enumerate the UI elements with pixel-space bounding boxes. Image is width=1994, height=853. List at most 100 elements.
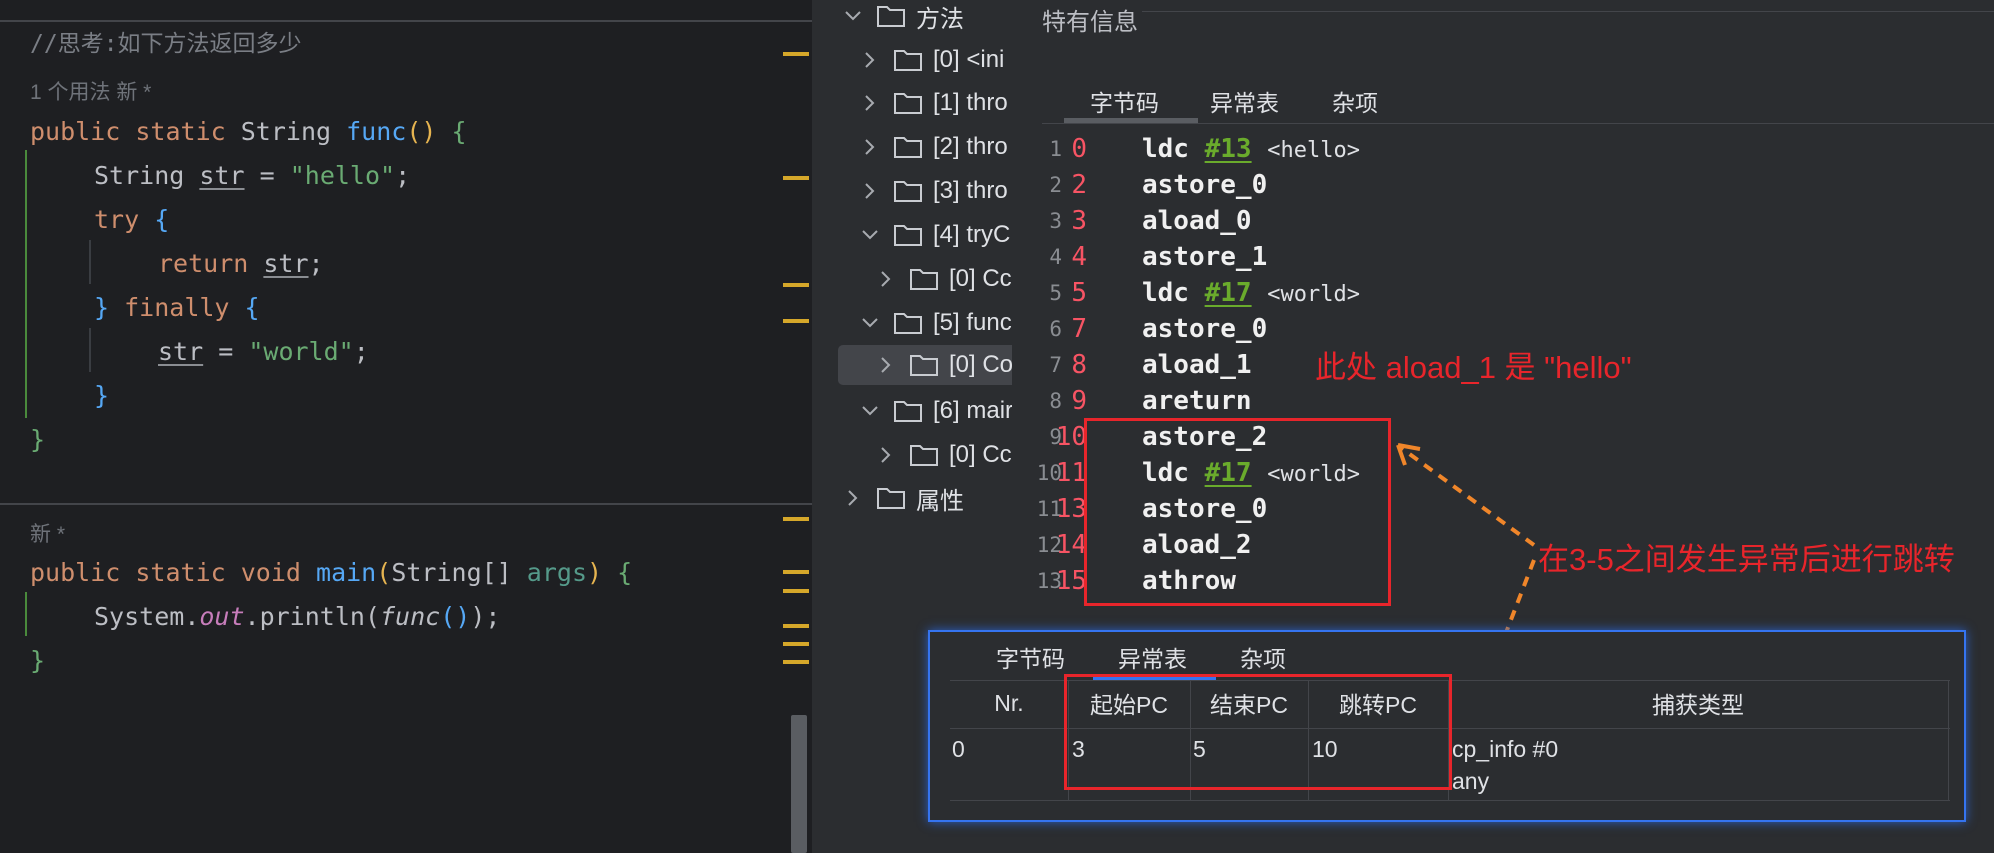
tree-node-method-5[interactable]: [5] func [859,303,1012,343]
editor-scrollbar-thumb[interactable] [791,715,807,853]
chevron-right-icon[interactable] [859,136,881,158]
method-separator [0,503,812,505]
tab-bytecode[interactable]: 字节码 [1090,84,1159,118]
chevron-down-icon[interactable] [859,312,881,334]
chevron-right-icon[interactable] [859,92,881,114]
code-line-str-assign[interactable]: str = "world"; [158,334,369,370]
tree-node-method-2[interactable]: [2] thro [859,127,1008,167]
bytecode-line[interactable]: 2 2 astore_0 [1012,167,1612,203]
comment-line: //思考:如下方法返回多少 [30,31,302,57]
scroll-marker[interactable] [783,642,809,646]
popup-tab-misc[interactable]: 杂项 [1240,640,1286,674]
opcode: ldc [1142,278,1189,308]
scroll-marker[interactable] [783,176,809,180]
tree-node-attributes[interactable]: 属性 [842,478,964,518]
chevron-right-icon[interactable] [859,180,881,202]
pc-offset: 5 [1071,278,1087,308]
pc-offset: 7 [1071,314,1087,344]
cell-catch-type-line1: cp_info #0 [1452,736,1559,762]
handler-highlight-box [1084,418,1391,606]
tab-exception-table[interactable]: 异常表 [1210,84,1279,118]
chevron-right-icon[interactable] [859,49,881,71]
code-line-close-func[interactable]: } [30,422,45,458]
scroll-marker[interactable] [783,570,809,574]
opcode: aload_0 [1142,206,1252,236]
opcode: astore_0 [1142,314,1268,344]
instruction: areturn [1142,383,1252,419]
tree-node-method-3[interactable]: [3] thro [859,171,1008,211]
bytecode-line[interactable]: 1 0 ldc #13 <hello> [1012,131,1612,167]
column-header-nr[interactable]: Nr. [950,680,1068,726]
tree-node-method-0[interactable]: [0] <ini [859,40,1004,80]
constant-pool-ref-link[interactable]: #17 [1205,278,1252,308]
scroll-marker[interactable] [783,283,809,287]
scroll-marker[interactable] [783,517,809,521]
bytecode-line[interactable]: 5 5 ldc #17 <world> [1012,275,1612,311]
usage-hint[interactable]: 1 个用法 新 * [30,76,151,106]
bytecode-line[interactable]: 4 4 astore_1 [1012,239,1612,275]
pc-offset: 13 [1055,494,1087,524]
section-title: 特有信息 [1042,9,1138,36]
code-line-main-signature[interactable]: public static void main(String[] args) { [30,555,632,591]
instruction: aload_0 [1142,203,1252,239]
scroll-marker[interactable] [783,52,809,56]
pc-offset: 15 [1055,566,1087,596]
chevron-right-icon[interactable] [875,444,897,466]
folder-icon [894,93,922,114]
tree-node-method-4[interactable]: [4] tryC [859,215,1010,255]
cell-nr: 0 [952,736,965,762]
code-line-close-main[interactable]: } [30,643,45,679]
tree-node-methods[interactable]: 方法 [842,0,964,36]
chevron-right-icon[interactable] [842,487,864,509]
code-line-println[interactable]: System.out.println(func()); [94,599,500,635]
bytecode-line[interactable]: 3 3 aload_0 [1012,203,1612,239]
folder-icon [910,269,938,290]
code-line-try[interactable]: try { [94,202,169,238]
opcode: areturn [1142,386,1252,416]
chevron-right-icon[interactable] [875,268,897,290]
cell-catch-type-line2: any [1452,768,1490,794]
new-hint[interactable]: 新 * [30,518,65,548]
code-line-finally[interactable]: } finally { [94,290,260,326]
instruction: astore_0 [1142,167,1267,203]
chevron-right-icon[interactable] [875,354,897,376]
instruction: astore_0 [1142,311,1267,347]
folder-icon [894,181,922,202]
code-line-str-decl[interactable]: String str = "hello"; [94,158,410,194]
column-header-catch-type[interactable]: 捕获类型 [1448,680,1948,726]
pc-offset: 11 [1055,458,1087,488]
tree-node-method-6[interactable]: [6] mair [859,391,1012,431]
scroll-marker[interactable] [783,624,809,628]
tab-separator [1042,123,1994,124]
chevron-down-icon[interactable] [842,5,864,27]
code-line-func-signature[interactable]: public static String func() { [30,114,467,150]
annotation-aload: 此处 aload_1 是 "hello" [1315,350,1632,385]
code-line-close-finally[interactable]: } [94,378,109,414]
tab-misc[interactable]: 杂项 [1332,84,1378,118]
scroll-marker[interactable] [783,589,809,593]
folder-icon [877,488,905,509]
editor-top-border [0,20,812,22]
bytecode-line[interactable]: 8 9 areturn [1012,383,1612,419]
constant-pool-ref-link[interactable]: #13 [1205,134,1252,164]
pc-offset: 8 [1071,350,1087,380]
code-line-return[interactable]: return str; [158,246,324,282]
scroll-marker[interactable] [783,319,809,323]
pc-offset: 9 [1071,386,1087,416]
pc-offset: 14 [1055,530,1087,560]
constant-value: <hello> [1267,138,1360,163]
chevron-down-icon[interactable] [859,224,881,246]
scroll-marker[interactable] [783,660,809,664]
tree-node-code-6[interactable]: [0] Cc [875,435,1012,475]
popup-tab-exception-table[interactable]: 异常表 [1118,640,1187,674]
code-editor[interactable]: //思考:如下方法返回多少 1 个用法 新 * public static St… [0,0,812,853]
chevron-down-icon[interactable] [859,400,881,422]
table-bottom-border [950,800,1950,801]
pc-offset: 4 [1071,242,1087,272]
tree-node-code-4[interactable]: [0] Cc [875,259,1012,299]
tree-node-code-5-selected[interactable]: [0] Co [875,345,1012,385]
popup-tab-bytecode[interactable]: 字节码 [996,640,1065,674]
tree-node-method-1[interactable]: [1] thro [859,83,1008,123]
opcode: ldc [1142,134,1189,164]
exception-range-highlight-box [1064,674,1452,790]
